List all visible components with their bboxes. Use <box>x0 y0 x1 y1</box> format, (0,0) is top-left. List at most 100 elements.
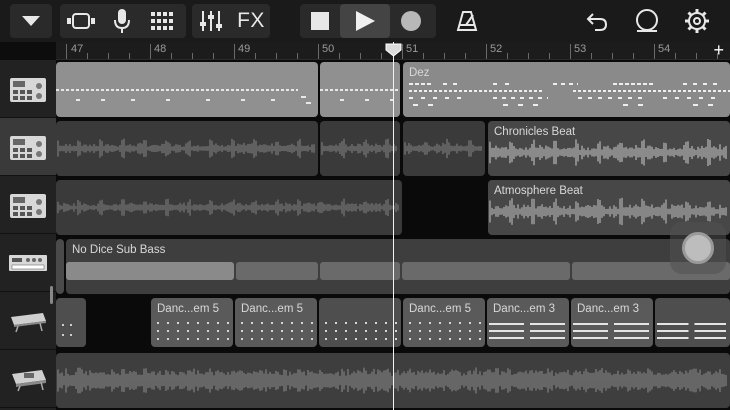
midi-notes <box>320 89 400 101</box>
pattern-region-dance-3[interactable]: Danc...em 3 <box>571 298 653 347</box>
ruler-tick <box>423 53 424 59</box>
ruler-tick <box>108 53 109 59</box>
ruler-tick <box>360 53 361 59</box>
pattern-steps <box>241 322 313 340</box>
pattern-steps <box>325 322 397 340</box>
grid-icon <box>151 12 173 30</box>
midi-region-dez[interactable]: Dez <box>403 62 730 117</box>
track-header-5[interactable] <box>0 292 56 350</box>
keyboard-icon <box>11 312 46 332</box>
bar-number: 50 <box>322 43 335 55</box>
ruler-tick <box>381 53 382 59</box>
live-loops-grid-button[interactable] <box>145 4 179 38</box>
ruler-tick <box>255 53 256 59</box>
pattern-region-dance-5[interactable]: Danc...em 5 <box>403 298 485 347</box>
stop-button[interactable] <box>303 4 337 38</box>
region-label: Danc...em 3 <box>493 303 555 315</box>
keyboard-icon <box>12 369 46 391</box>
bar-number: 54 <box>658 43 671 55</box>
pattern-region[interactable] <box>655 298 730 347</box>
record-button[interactable] <box>394 4 428 38</box>
ruler-tick <box>213 53 214 59</box>
track-header-4[interactable] <box>0 234 56 292</box>
ruler-tick <box>591 53 592 59</box>
pattern-region-dance-5[interactable]: Danc...em 5 <box>235 298 317 347</box>
ruler-tick <box>444 53 445 59</box>
midi-notes <box>409 83 730 106</box>
midi-notes <box>56 89 311 104</box>
pattern-steps <box>573 323 649 339</box>
settings-button[interactable] <box>680 4 714 38</box>
tracks-view-button[interactable] <box>63 4 99 38</box>
ruler-tick <box>507 53 508 59</box>
ruler-tick <box>528 53 529 59</box>
track-header-1[interactable] <box>0 60 56 118</box>
ruler-tick <box>297 53 298 59</box>
pattern-steps <box>489 323 565 339</box>
region-label: Danc...em 5 <box>409 303 471 315</box>
pattern-region[interactable] <box>56 298 86 347</box>
track-header-2[interactable] <box>0 118 56 176</box>
loop-button[interactable] <box>630 4 664 38</box>
audio-region[interactable] <box>320 121 400 176</box>
audio-waveform <box>57 198 399 217</box>
audio-waveform <box>404 138 482 159</box>
region-label: Danc...em 3 <box>577 303 639 315</box>
microphone-button[interactable] <box>106 4 138 38</box>
audio-region-chronicles-beat[interactable]: Chronicles Beat <box>488 121 730 176</box>
track-header-3[interactable] <box>0 176 56 234</box>
ruler-tick <box>633 53 634 59</box>
pattern-region-dance-5[interactable]: Danc...em 5 <box>151 298 233 347</box>
add-section-button[interactable]: + <box>713 40 724 61</box>
ruler-tick <box>654 44 655 59</box>
midi-region[interactable] <box>56 62 318 117</box>
audio-waveform <box>489 139 727 166</box>
ruler-tick <box>171 53 172 59</box>
audio-waveform <box>57 138 315 159</box>
undo-button[interactable] <box>580 4 614 38</box>
region-label: Danc...em 5 <box>157 303 219 315</box>
mixer-button[interactable] <box>194 4 228 38</box>
track-header-6[interactable] <box>0 350 56 408</box>
play-button[interactable] <box>340 4 390 38</box>
audio-region[interactable] <box>56 180 402 235</box>
drum-machine-icon <box>10 135 46 160</box>
undo-icon <box>586 13 608 31</box>
pattern-steps <box>62 324 72 336</box>
tracks-scroll-indicator[interactable] <box>50 286 53 304</box>
ruler-tick <box>402 44 403 59</box>
playhead-line[interactable] <box>393 42 394 410</box>
bar-number: 51 <box>406 43 419 55</box>
assistive-touch-button[interactable] <box>670 222 726 274</box>
loop-icon <box>636 9 658 32</box>
ruler-tick <box>276 53 277 59</box>
record-icon <box>401 11 421 31</box>
audio-waveform <box>66 262 730 280</box>
ruler-tick <box>318 44 319 59</box>
mixer-icon <box>200 11 222 31</box>
drum-machine-icon <box>10 77 46 102</box>
ruler-tick <box>339 53 340 59</box>
browser-dropdown-button[interactable] <box>10 4 52 38</box>
audio-region[interactable] <box>56 239 64 294</box>
ruler-tick <box>675 53 676 59</box>
ruler-tick <box>570 44 571 59</box>
midi-region[interactable] <box>320 62 400 117</box>
assistive-touch-icon <box>682 232 714 264</box>
pattern-steps <box>409 322 481 340</box>
ruler-tick <box>66 44 67 59</box>
bar-number: 48 <box>154 43 167 55</box>
region-label: Danc...em 5 <box>241 303 303 315</box>
pattern-region[interactable] <box>319 298 401 347</box>
fx-button[interactable]: FX <box>232 4 270 38</box>
ruler-tick <box>150 44 151 59</box>
playhead-handle-icon[interactable] <box>385 43 402 57</box>
stop-icon <box>311 12 329 30</box>
pattern-region-dance-3[interactable]: Danc...em 3 <box>487 298 569 347</box>
pattern-steps <box>157 322 229 340</box>
audio-region-no-dice-sub-bass[interactable]: No Dice Sub Bass <box>66 239 730 294</box>
audio-region[interactable] <box>403 121 485 176</box>
bar-number: 52 <box>490 43 503 55</box>
metronome-button[interactable] <box>450 4 484 38</box>
audio-region[interactable] <box>56 121 318 176</box>
